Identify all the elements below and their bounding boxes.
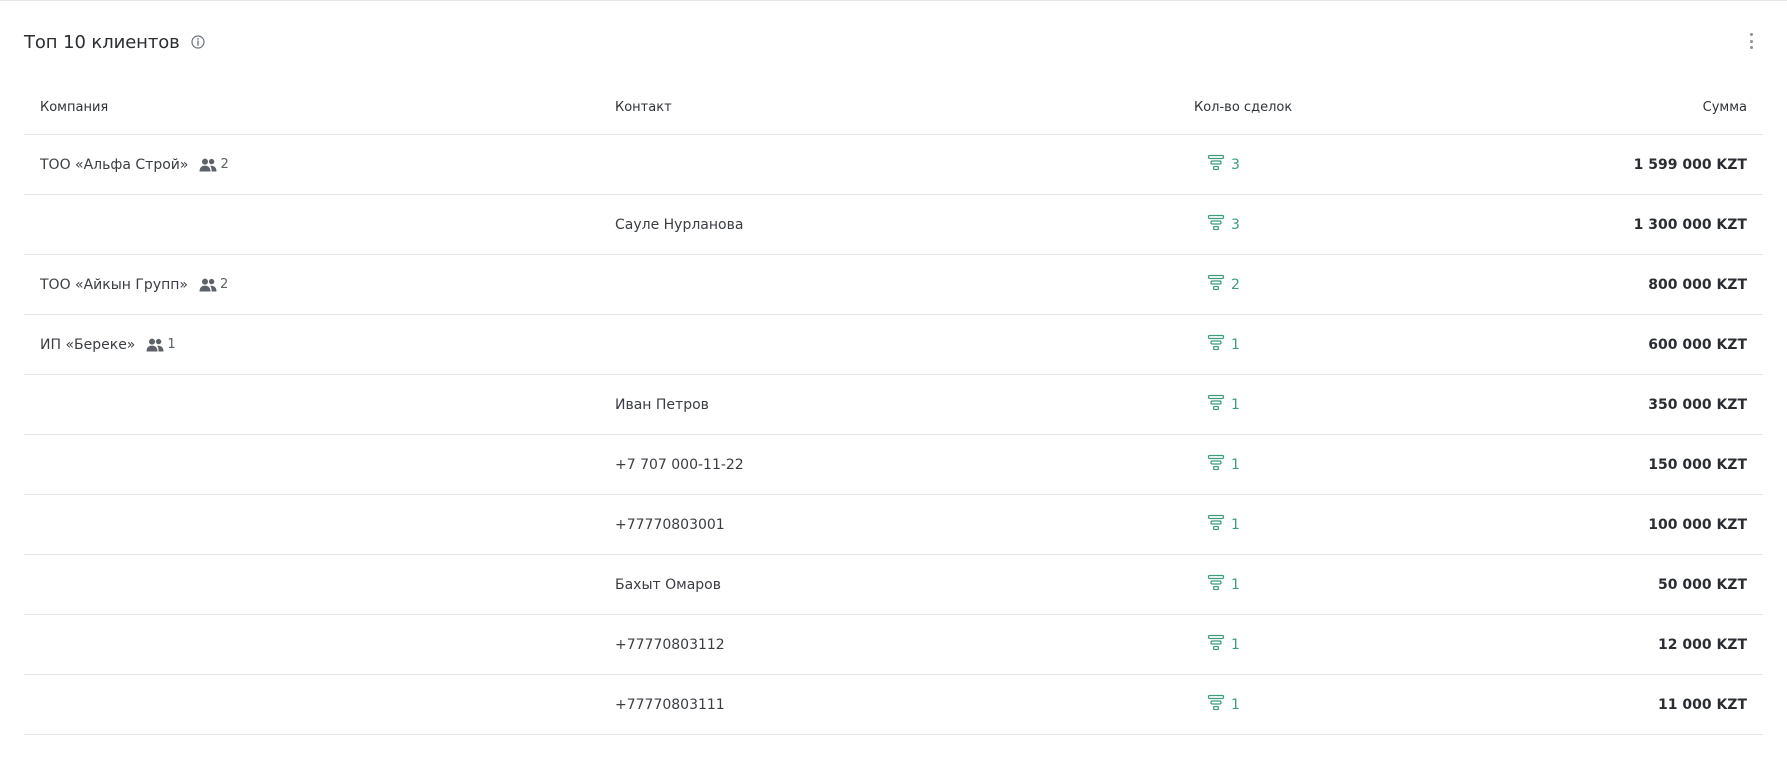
- sum-cell: 11 000 KZT: [1562, 697, 1763, 713]
- contact-cell[interactable]: +7 707 000-11-22: [615, 457, 1105, 473]
- sum-value: 1 300 000 KZT: [1633, 216, 1747, 233]
- table-row[interactable]: Бахыт Омаров 1 50 000 KZT: [24, 555, 1763, 615]
- members-count: 2: [220, 157, 229, 172]
- members-count: 2: [219, 277, 229, 292]
- contact-cell[interactable]: +77770803112: [615, 637, 1105, 653]
- table-body: ТОО «Альфа Строй» 2 3 1 599 000 KZT Саул…: [24, 135, 1763, 735]
- contact-cell[interactable]: +77770803111: [615, 697, 1105, 713]
- company-name[interactable]: ИП «Береке»: [40, 337, 135, 353]
- funnel-icon: [1207, 154, 1225, 172]
- table-row[interactable]: +77770803112 1 12 000 KZT: [24, 615, 1763, 675]
- deals-cell[interactable]: 3: [1105, 154, 1562, 174]
- funnel-icon: [1207, 394, 1225, 412]
- table-row[interactable]: Сауле Нурланова 3 1 300 000 KZT: [24, 195, 1763, 255]
- clients-table: Компания Контакт Кол-во сделок Сумма ТОО…: [24, 81, 1763, 735]
- deals-count: 1: [1231, 576, 1240, 593]
- deals-cell[interactable]: 3: [1105, 214, 1562, 234]
- sum-cell: 50 000 KZT: [1562, 577, 1763, 593]
- deals-count: 1: [1231, 396, 1240, 413]
- column-header-sum[interactable]: Сумма: [1562, 100, 1763, 115]
- deals-count: 3: [1231, 156, 1240, 173]
- sum-cell: 800 000 KZT: [1562, 277, 1763, 293]
- deals-cell[interactable]: 1: [1105, 454, 1562, 474]
- sum-value: 800 000 KZT: [1648, 276, 1747, 293]
- sum-value: 350 000 KZT: [1648, 396, 1747, 413]
- members-count: 1: [167, 337, 176, 352]
- company-members[interactable]: 2: [199, 277, 228, 292]
- widget-header: Топ 10 клиентов: [24, 27, 206, 57]
- deals-cell[interactable]: 1: [1105, 574, 1562, 594]
- users-icon: [199, 158, 217, 171]
- contact-cell[interactable]: +77770803001: [615, 517, 1105, 533]
- deals-count: 1: [1231, 636, 1240, 653]
- sum-value: 100 000 KZT: [1648, 516, 1747, 533]
- funnel-icon: [1207, 334, 1225, 352]
- deals-cell[interactable]: 2: [1105, 274, 1562, 294]
- deals-cell[interactable]: 1: [1105, 334, 1562, 354]
- column-header-company[interactable]: Компания: [24, 100, 615, 115]
- info-circle-icon[interactable]: [190, 34, 206, 50]
- top-clients-card: Топ 10 клиентов Компания Контакт Кол-во …: [0, 0, 1787, 759]
- company-cell: ТОО «Айкын Групп» 2: [24, 277, 615, 293]
- sum-cell: 1 300 000 KZT: [1562, 217, 1763, 233]
- table-row[interactable]: ТОО «Альфа Строй» 2 3 1 599 000 KZT: [24, 135, 1763, 195]
- sum-value: 12 000 KZT: [1657, 636, 1747, 653]
- deals-count: 1: [1231, 516, 1240, 533]
- sum-cell: 600 000 KZT: [1562, 337, 1763, 353]
- contact-cell[interactable]: Сауле Нурланова: [615, 217, 1105, 233]
- deals-count: 2: [1231, 276, 1240, 293]
- sum-value: 1 599 000 KZT: [1633, 156, 1747, 173]
- company-members[interactable]: 2: [199, 157, 229, 172]
- deals-cell[interactable]: 1: [1105, 514, 1562, 534]
- widget-title: Топ 10 клиентов: [24, 31, 180, 53]
- users-icon: [146, 338, 164, 351]
- sum-cell: 12 000 KZT: [1562, 637, 1763, 653]
- company-name[interactable]: ТОО «Айкын Групп»: [40, 277, 188, 293]
- table-row[interactable]: Иван Петров 1 350 000 KZT: [24, 375, 1763, 435]
- company-members[interactable]: 1: [146, 337, 176, 352]
- table-header: Компания Контакт Кол-во сделок Сумма: [24, 81, 1763, 135]
- contact-cell[interactable]: Иван Петров: [615, 397, 1105, 413]
- table-row[interactable]: ИП «Береке» 1 1 600 000 KZT: [24, 315, 1763, 375]
- sum-cell: 350 000 KZT: [1562, 397, 1763, 413]
- deals-cell[interactable]: 1: [1105, 394, 1562, 414]
- sum-cell: 100 000 KZT: [1562, 517, 1763, 533]
- sum-cell: 150 000 KZT: [1562, 457, 1763, 473]
- company-cell: ИП «Береке» 1: [24, 337, 615, 353]
- deals-count: 3: [1231, 216, 1240, 233]
- sum-cell: 1 599 000 KZT: [1562, 157, 1763, 173]
- funnel-icon: [1207, 694, 1225, 712]
- sum-value: 50 000 KZT: [1657, 576, 1747, 593]
- company-cell: ТОО «Альфа Строй» 2: [24, 157, 615, 173]
- deals-count: 1: [1231, 336, 1240, 353]
- table-row[interactable]: ТОО «Айкын Групп» 2 2 800 000 KZT: [24, 255, 1763, 315]
- funnel-icon: [1207, 514, 1225, 532]
- funnel-icon: [1207, 634, 1225, 652]
- sum-value: 150 000 KZT: [1648, 456, 1747, 473]
- more-vertical-icon[interactable]: [1745, 31, 1757, 51]
- column-header-contact[interactable]: Контакт: [615, 100, 1105, 115]
- funnel-icon: [1207, 274, 1225, 292]
- column-header-deals[interactable]: Кол-во сделок: [1105, 100, 1562, 115]
- table-row[interactable]: +77770803111 1 11 000 KZT: [24, 675, 1763, 735]
- sum-value: 11 000 KZT: [1657, 696, 1747, 713]
- contact-cell[interactable]: Бахыт Омаров: [615, 577, 1105, 593]
- sum-value: 600 000 KZT: [1648, 336, 1747, 353]
- funnel-icon: [1207, 454, 1225, 472]
- deals-count: 1: [1231, 696, 1240, 713]
- table-row[interactable]: +77770803001 1 100 000 KZT: [24, 495, 1763, 555]
- deals-cell[interactable]: 1: [1105, 634, 1562, 654]
- company-name[interactable]: ТОО «Альфа Строй»: [40, 157, 188, 173]
- funnel-icon: [1207, 214, 1225, 232]
- deals-count: 1: [1231, 456, 1240, 473]
- deals-cell[interactable]: 1: [1105, 694, 1562, 714]
- users-icon: [199, 278, 217, 291]
- table-row[interactable]: +7 707 000-11-22 1 150 000 KZT: [24, 435, 1763, 495]
- funnel-icon: [1207, 574, 1225, 592]
